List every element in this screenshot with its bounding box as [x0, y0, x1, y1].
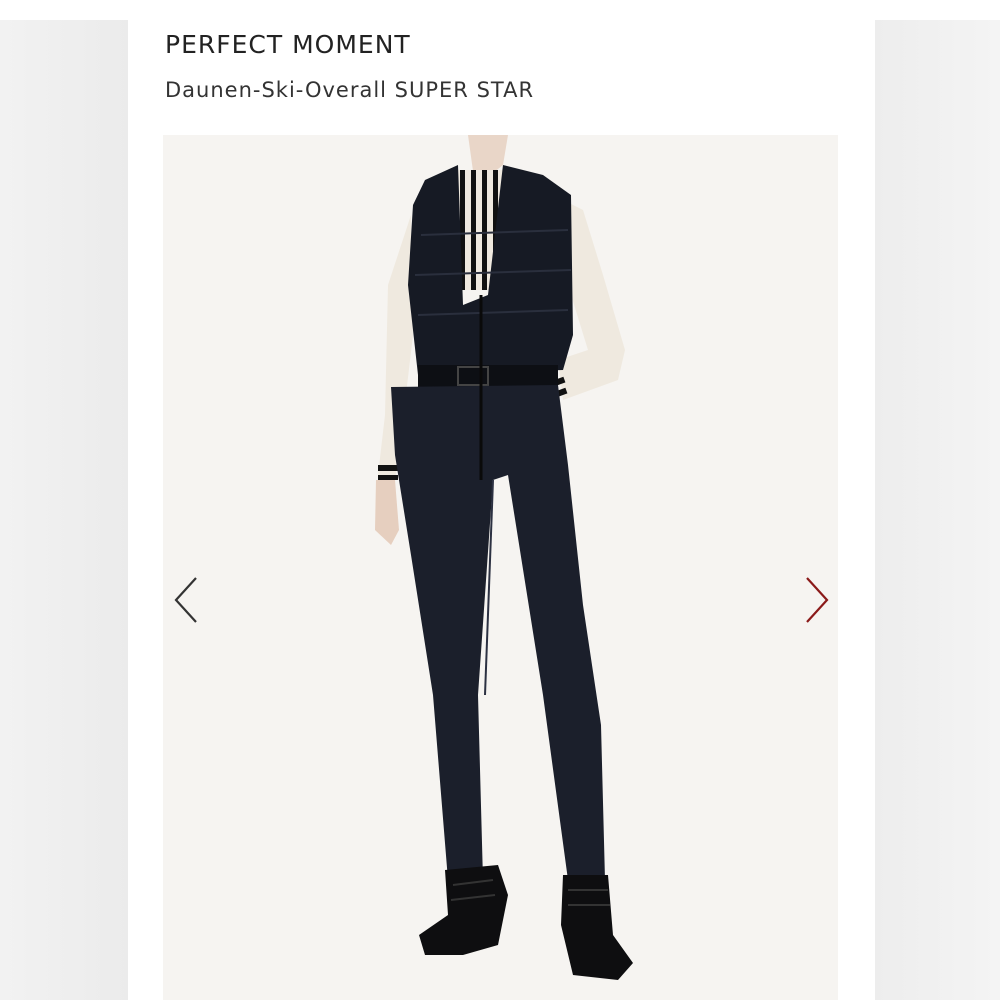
chevron-left-icon [174, 577, 197, 623]
brand-name[interactable]: PERFECT MOMENT [165, 30, 411, 59]
product-title: Daunen-Ski-Overall SUPER STAR [165, 78, 535, 102]
background-panel-left [0, 20, 128, 1000]
product-image-gallery[interactable] [163, 135, 838, 1000]
product-photo[interactable] [163, 135, 838, 1000]
previous-image-button[interactable] [168, 570, 208, 630]
next-image-button[interactable] [797, 570, 837, 630]
background-panel-right [875, 20, 1000, 1000]
chevron-right-icon [806, 577, 829, 623]
